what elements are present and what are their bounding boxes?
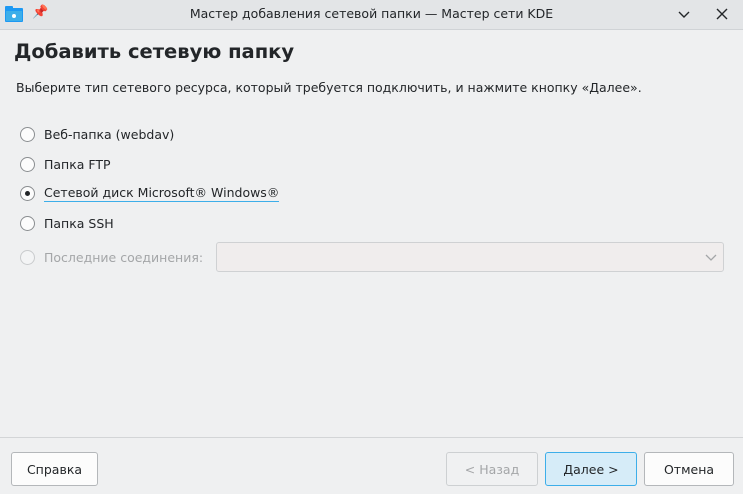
radio-ftp[interactable] bbox=[20, 156, 35, 172]
option-windows-share[interactable]: Сетевой диск Microsoft® Windows® bbox=[20, 183, 280, 203]
recent-connections-combo bbox=[216, 242, 724, 272]
option-recent-label: Последние соединения: bbox=[44, 249, 204, 265]
separator bbox=[0, 437, 743, 438]
title-bar: 📌 Мастер добавления сетевой папки — Маст… bbox=[0, 0, 743, 30]
instruction-text: Выберите тип сетевого ресурса, который т… bbox=[16, 80, 642, 95]
chevron-down-icon bbox=[705, 254, 717, 261]
radio-recent bbox=[20, 249, 35, 265]
cancel-button[interactable]: Отмена bbox=[644, 452, 734, 486]
back-button: < Назад bbox=[446, 452, 538, 486]
radio-ssh[interactable] bbox=[20, 215, 35, 231]
page-title: Добавить сетевую папку bbox=[14, 40, 295, 63]
option-webdav-label[interactable]: Веб-папка (webdav) bbox=[44, 127, 174, 142]
option-recent: Последние соединения: bbox=[20, 247, 203, 267]
help-button[interactable]: Справка bbox=[11, 452, 98, 486]
chevron-down-icon[interactable] bbox=[675, 5, 693, 23]
next-button[interactable]: Далее > bbox=[545, 452, 637, 486]
option-ftp[interactable]: Папка FTP bbox=[20, 154, 111, 174]
close-icon[interactable] bbox=[713, 5, 731, 23]
option-ftp-label[interactable]: Папка FTP bbox=[44, 157, 111, 172]
option-ssh[interactable]: Папка SSH bbox=[20, 213, 114, 233]
option-windows-share-label[interactable]: Сетевой диск Microsoft® Windows® bbox=[44, 185, 280, 202]
window-title: Мастер добавления сетевой папки — Мастер… bbox=[189, 6, 554, 21]
option-ssh-label[interactable]: Папка SSH bbox=[44, 216, 114, 231]
radio-webdav[interactable] bbox=[20, 126, 35, 142]
option-webdav[interactable]: Веб-папка (webdav) bbox=[20, 124, 174, 144]
radio-windows-share[interactable] bbox=[20, 185, 35, 201]
